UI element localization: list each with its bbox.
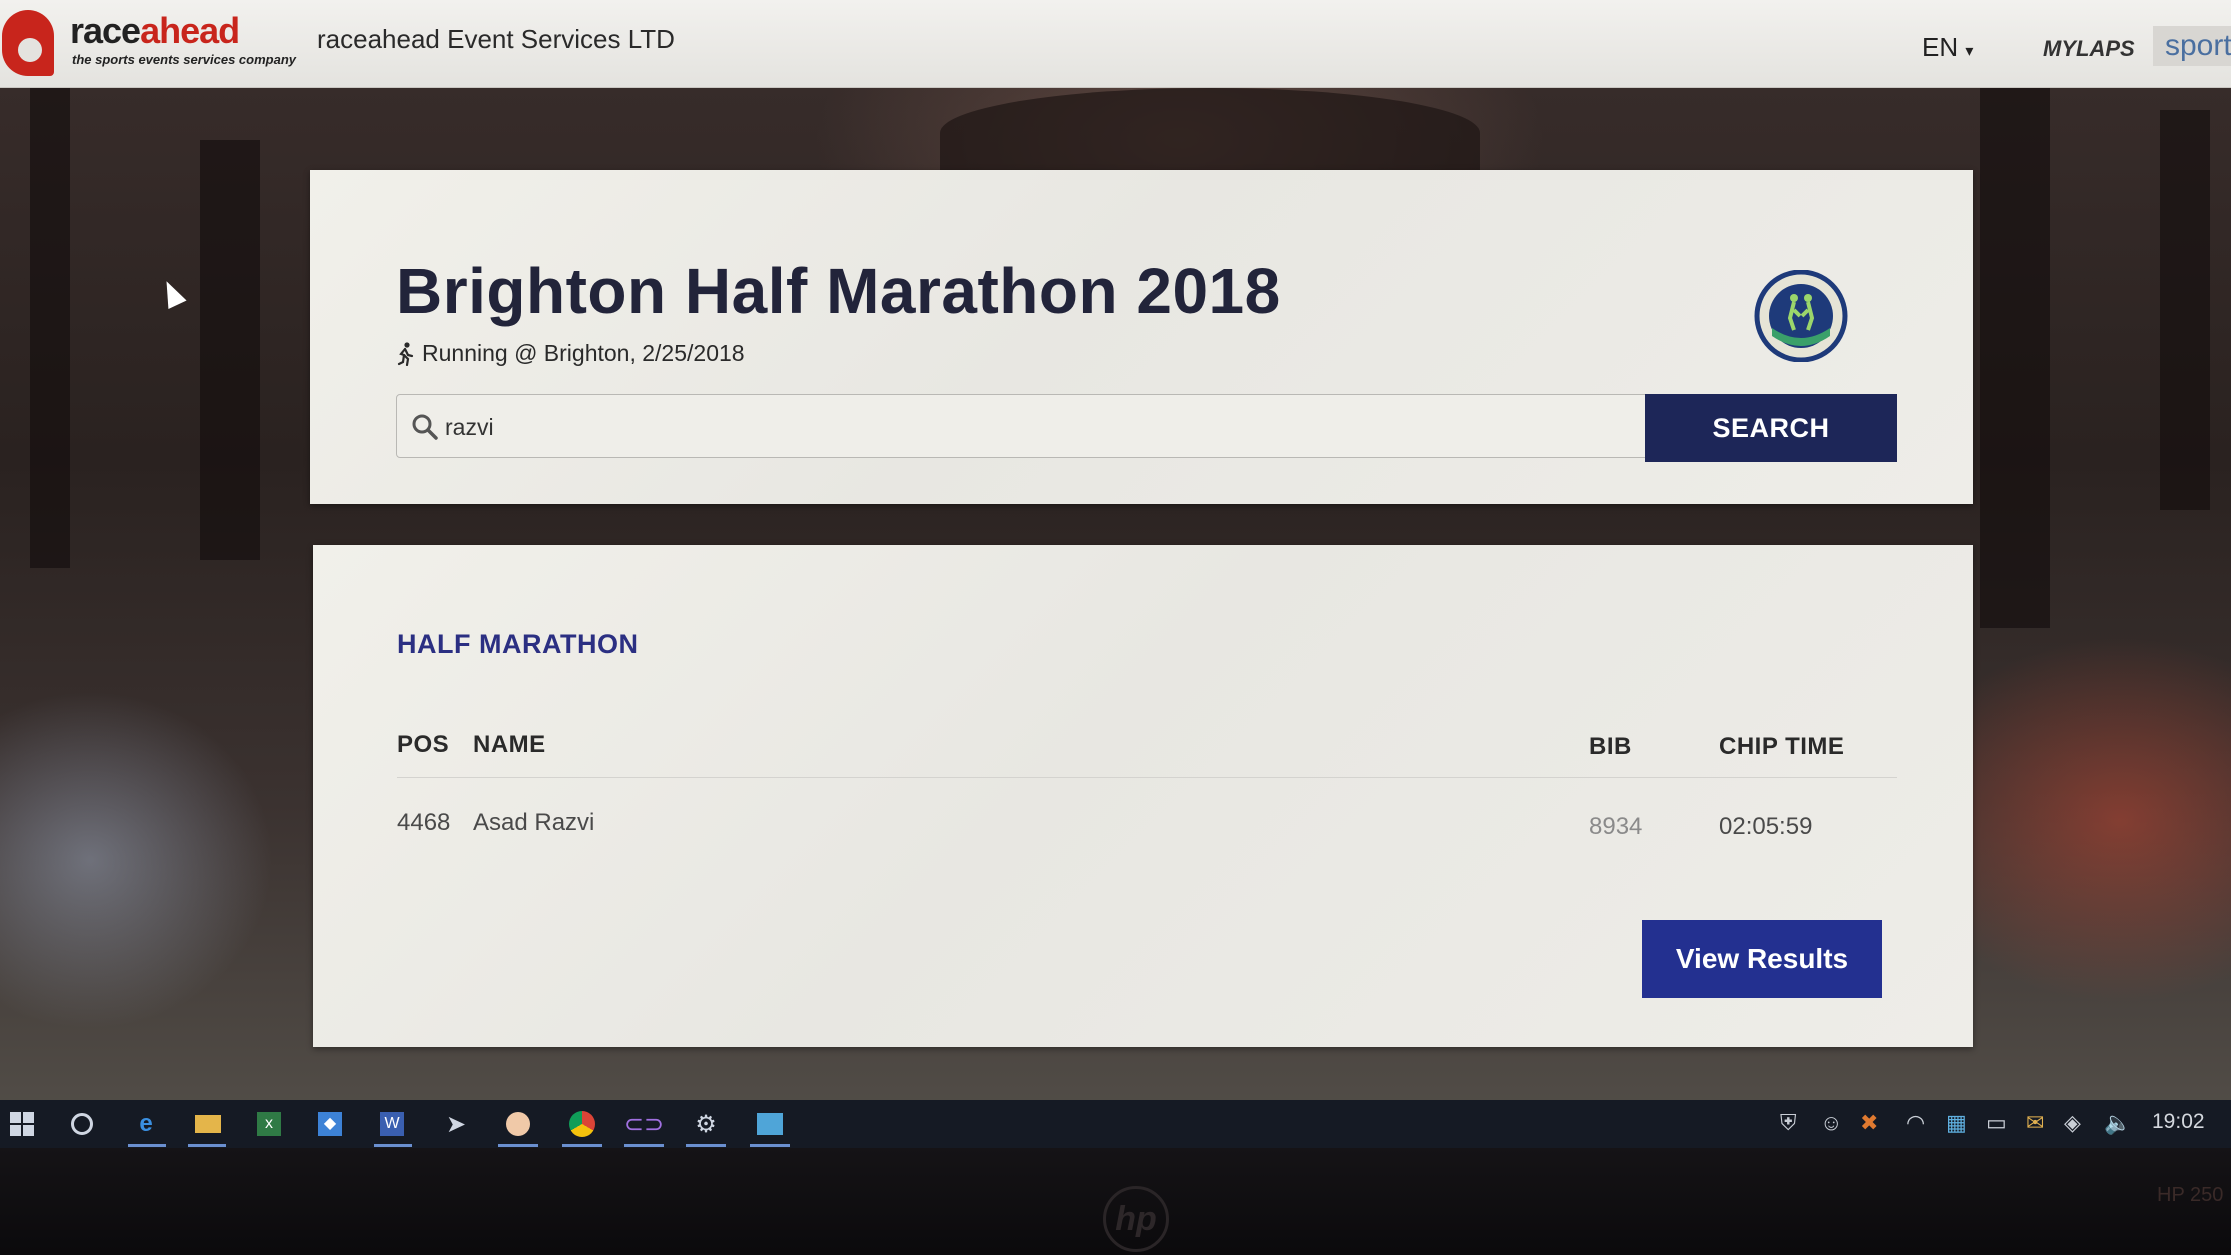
taskbar-active-indicator [562, 1144, 602, 1147]
background-pillar [1980, 88, 2050, 628]
view-results-button[interactable]: View Results [1642, 920, 1882, 998]
table-divider [397, 777, 1897, 778]
tray-app-icon[interactable]: ▦ [1946, 1110, 1967, 1136]
background-pillar [30, 88, 70, 568]
battery-icon[interactable]: ▭ [1986, 1110, 2007, 1136]
word-icon[interactable]: W [376, 1108, 408, 1140]
column-header-bib: BIB [1589, 733, 1632, 760]
results-card: HALF MARATHON POS NAME BIB CHIP TIME 446… [313, 545, 1973, 1047]
event-subtitle-text: Running @ Brighton, 2/25/2018 [422, 340, 745, 366]
logo-tagline: the sports events services company [72, 52, 296, 67]
dropbox-tray-icon[interactable]: ◈ [2064, 1110, 2081, 1136]
taskbar-active-indicator [686, 1144, 726, 1147]
result-bib: 8934 [1589, 813, 1643, 840]
tray-app-icon[interactable]: ✉ [2026, 1110, 2044, 1136]
file-explorer-icon[interactable] [192, 1108, 224, 1140]
chevron-down-icon: ▾ [1965, 43, 1974, 60]
tray-shield-icon[interactable]: ⛨ [1780, 1110, 1797, 1136]
taskbar-active-indicator [188, 1144, 226, 1147]
site-title[interactable]: raceahead Event Services LTD [317, 24, 675, 55]
taskbar-active-indicator [128, 1144, 166, 1147]
search-icon [412, 414, 438, 440]
event-subtitle: Running @ Brighton, 2/25/2018 [396, 340, 745, 367]
app-icon[interactable]: ➤ [440, 1108, 472, 1140]
event-header-card: Brighton Half Marathon 2018 Running @ Br… [310, 170, 1973, 504]
excel-icon[interactable]: x [253, 1108, 285, 1140]
hp-logo: hp [1103, 1186, 1169, 1252]
mouse-cursor-icon [157, 276, 187, 310]
result-name[interactable]: Asad Razvi [473, 809, 594, 837]
app-icon[interactable]: ⊂⊃ [624, 1108, 664, 1140]
search-field[interactable] [396, 394, 1646, 458]
app-icon[interactable] [754, 1108, 786, 1140]
settings-icon[interactable]: ⚙ [690, 1108, 722, 1140]
result-pos: 4468 [397, 809, 451, 836]
running-icon [397, 341, 414, 366]
background-dome [940, 88, 1480, 178]
tray-app-icon[interactable]: ☺ [1820, 1110, 1842, 1136]
search-button[interactable]: SEARCH [1645, 394, 1897, 462]
column-header-pos: POS [397, 731, 450, 758]
cortana-icon[interactable] [66, 1108, 98, 1140]
background-pillar [2160, 110, 2210, 510]
taskbar-active-indicator [374, 1144, 412, 1147]
tray-app-icon[interactable]: ✖ [1860, 1110, 1878, 1136]
taskbar-active-indicator [498, 1144, 538, 1147]
language-dropdown[interactable]: EN ▾ [1922, 32, 1973, 63]
search-input[interactable] [445, 407, 1625, 447]
mylaps-link[interactable]: MYLAPS [2043, 36, 2135, 62]
windows-start-icon[interactable] [6, 1108, 38, 1140]
raceahead-logo-text[interactable]: raceahead [70, 10, 240, 52]
wifi-icon[interactable]: ◠ [1906, 1110, 1925, 1136]
sport-link[interactable]: sport [2153, 26, 2231, 66]
dropbox-icon[interactable]: ◆ [314, 1108, 346, 1140]
monitor-screen: raceahead the sports events services com… [0, 0, 2231, 1148]
outlook-icon[interactable] [502, 1108, 534, 1140]
taskbar-clock[interactable]: 19:02 [2152, 1110, 2205, 1134]
windows-taskbar: e x ◆ W ➤ ⊂⊃ ⚙ ⛨ ☺ ✖ ◠ ▦ ▭ ✉ ◈ 🔈 19:02 [0, 1100, 2231, 1148]
race-category-heading: HALF MARATHON [397, 629, 639, 659]
brighton-half-marathon-logo-icon [1754, 270, 1848, 362]
taskbar-active-indicator [750, 1144, 790, 1147]
laptop-model-label: HP 250 [2157, 1184, 2224, 1206]
raceahead-logo-icon[interactable] [2, 10, 54, 76]
column-header-chip-time: CHIP TIME [1719, 733, 1845, 760]
event-title: Brighton Half Marathon 2018 [396, 255, 1281, 327]
top-navigation-bar: raceahead the sports events services com… [0, 0, 2231, 88]
result-chip-time: 02:05:59 [1719, 813, 1813, 840]
volume-icon[interactable]: 🔈 [2104, 1110, 2131, 1136]
column-header-name: NAME [473, 731, 546, 758]
language-label: EN [1922, 32, 1959, 62]
background-pillar [200, 140, 260, 560]
taskbar-active-indicator [624, 1144, 664, 1147]
chrome-icon[interactable] [566, 1108, 598, 1140]
edge-icon[interactable]: e [130, 1108, 162, 1140]
